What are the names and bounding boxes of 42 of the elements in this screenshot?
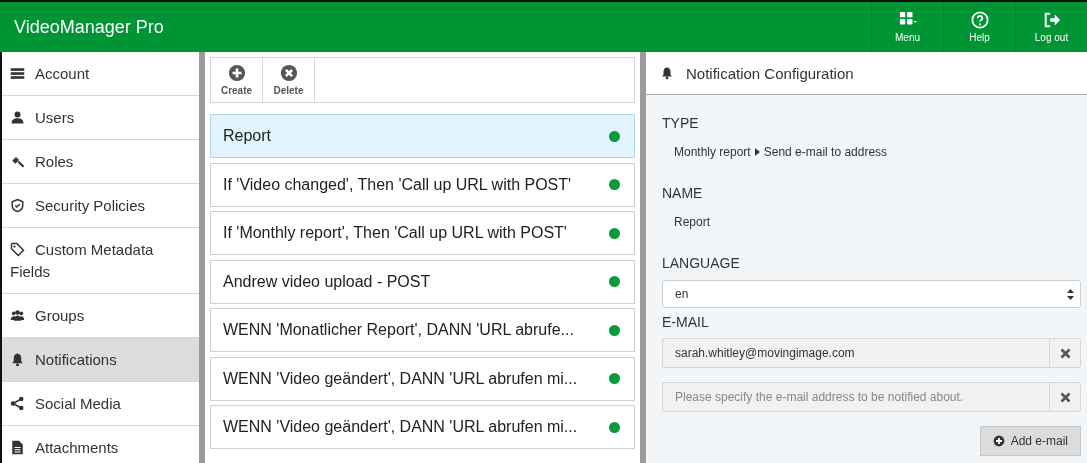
notification-item[interactable]: WENN 'Monatlicher Report', DANN 'URL abrufe...: [210, 308, 635, 352]
notification-item[interactable]: If 'Monthly report', Then 'Call up URL with POST': [210, 211, 635, 255]
shield-icon: [10, 198, 25, 213]
list-icon: [10, 66, 25, 81]
close-icon: [279, 64, 298, 82]
tag-icon: [10, 242, 25, 257]
plus-icon: [227, 64, 246, 82]
notification-item[interactable]: WENN 'Video geändert', DANN 'URL abrufen mi...: [210, 356, 635, 401]
type-trigger: Monthly report: [674, 145, 751, 159]
field-label: LANGUAGE: [662, 255, 741, 271]
app-title: VideoManager Pro: [13, 16, 165, 38]
sort-icon: [1067, 288, 1074, 300]
notification-item[interactable]: Report: [210, 114, 635, 158]
user-icon: [10, 110, 25, 125]
share-icon: [10, 396, 25, 411]
notification-item[interactable]: Andrew video upload - POST: [210, 259, 635, 304]
field-label: NAME: [662, 185, 704, 201]
gavel-icon: [10, 154, 25, 169]
email-field[interactable]: Please specify the e-mail address to be notified about.: [662, 382, 1049, 412]
document-icon: [10, 440, 25, 455]
type-action: Send e-mail to address: [763, 145, 888, 159]
close-icon: [1059, 391, 1071, 403]
language-select[interactable]: en: [662, 280, 1081, 308]
add-email-button[interactable]: Add e-mail: [979, 426, 1081, 456]
panel-title: Notification Configuration: [686, 64, 854, 82]
field-label: E-MAIL: [662, 314, 710, 330]
clear-button[interactable]: [1049, 338, 1081, 368]
name-value: Report: [674, 215, 711, 229]
caret-icon: [754, 148, 760, 156]
bell-icon: [660, 66, 674, 80]
sidebar-item[interactable]: Notifications: [2, 338, 199, 382]
group-icon: [10, 308, 25, 323]
field-label: TYPE: [662, 115, 700, 131]
plus-icon: [992, 435, 1005, 447]
clear-button[interactable]: [1049, 382, 1081, 412]
email-field[interactable]: sarah.whitley@movingimage.com: [662, 338, 1049, 368]
bell-icon: [10, 352, 25, 367]
notification-item[interactable]: If 'Video changed', Then 'Call up URL with POST': [210, 162, 635, 207]
close-icon: [1059, 347, 1071, 359]
notification-item[interactable]: WENN 'Video geändert', DANN 'URL abrufen mi...: [210, 405, 635, 449]
logout-icon: [1042, 11, 1061, 29]
help-icon: [970, 11, 989, 29]
